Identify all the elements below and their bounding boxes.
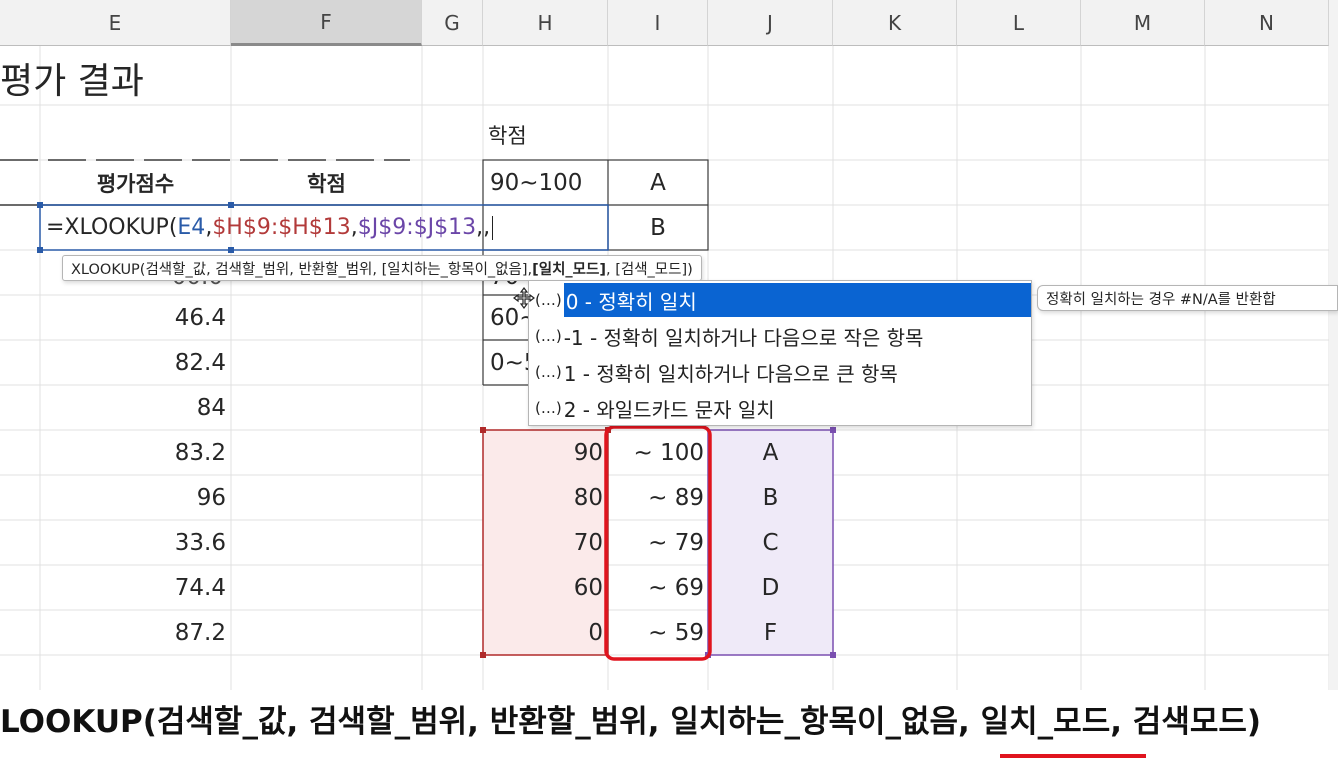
lookup-grade-cell[interactable]: A [708, 430, 833, 475]
score-cell[interactable]: 84 [40, 385, 226, 430]
lookup-grade-cell[interactable]: F [708, 610, 833, 655]
header-score[interactable]: 평가점수 [40, 160, 231, 205]
autocomplete-description-tip: 정확히 일치하는 경우 #N/A를 반환합 [1037, 285, 1338, 311]
lookup-min-cell[interactable]: 0 [483, 610, 603, 655]
lookup-min-cell[interactable]: 90 [483, 430, 603, 475]
caption-highlight: 일치_모드 [980, 704, 1111, 740]
caption-text: LOOKUP(검색할_값, 검색할_범위, 반환할_범위, 일치하는_항목이_없… [0, 704, 981, 740]
lookup-grade-cell[interactable]: C [708, 520, 833, 565]
caption-tail: , 검색모드) [1110, 704, 1262, 740]
argument-icon: (…) [535, 327, 562, 345]
move-cursor-icon [513, 287, 535, 309]
sheet-title: 평가 결과 [0, 61, 144, 102]
grade-range-a[interactable]: 90~100 [490, 160, 605, 205]
autocomplete-item-wildcard[interactable]: (…) 2 - 와일드카드 문자 일치 [529, 390, 1031, 426]
score-cell[interactable]: 82.4 [40, 340, 226, 385]
caption-underline [1000, 754, 1146, 758]
tooltip-current-arg[interactable]: [일치_모드] [532, 258, 606, 279]
argument-icon: (…) [535, 291, 562, 309]
autocomplete-item-smaller[interactable]: (…) -1 - 정확히 일치하거나 다음으로 작은 항목 [529, 318, 1031, 354]
tooltip-text: XLOOKUP(검색할_값, 검색할_범위, 반환할_범위, [일치하는_항목이… [71, 261, 533, 278]
grade-table-label: 학점 [488, 123, 527, 148]
autocomplete-item-exact[interactable]: (…) 0 - 정확히 일치 [529, 282, 1031, 318]
formula-prefix: =XLOOKUP( [46, 215, 178, 240]
grade-letter-a[interactable]: A [608, 160, 708, 205]
formula-suffix: ,, [476, 215, 491, 240]
lookup-max-cell[interactable]: ~ 89 [608, 475, 704, 520]
autocomplete-list[interactable]: (…) 0 - 정확히 일치 (…) -1 - 정확히 일치하거나 다음으로 작… [528, 280, 1032, 426]
argument-icon: (…) [535, 363, 562, 381]
formula-arg-lookup-array: $H$9:$H$13 [212, 215, 351, 240]
lookup-max-cell[interactable]: ~ 100 [608, 430, 704, 475]
header-grade[interactable]: 학점 [231, 160, 422, 205]
score-cell[interactable]: 33.6 [40, 520, 226, 565]
score-cell[interactable]: 96 [40, 475, 226, 520]
function-signature-tooltip[interactable]: XLOOKUP(검색할_값, 검색할_범위, 반환할_범위, [일치하는_항목이… [62, 255, 702, 281]
lookup-max-cell[interactable]: ~ 79 [608, 520, 704, 565]
lookup-min-cell[interactable]: 70 [483, 520, 603, 565]
score-cell[interactable]: 83.2 [40, 430, 226, 475]
score-cell[interactable]: 46.4 [40, 295, 226, 340]
formula-arg-lookup: E4 [177, 215, 206, 240]
spreadsheet-grid[interactable]: EFGHIJKLMN 평가 결과 학점 평가점수 학점 90~100 A B 6… [0, 0, 1338, 777]
formula-arg-return-array: $J$9:$J$13 [357, 215, 477, 240]
grade-letter-b[interactable]: B [608, 205, 708, 250]
lookup-min-cell[interactable]: 60 [483, 565, 603, 610]
score-cell[interactable]: 74.4 [40, 565, 226, 610]
argument-icon: (…) [535, 399, 562, 417]
range-partial-0[interactable]: 0~5 [490, 340, 528, 385]
syntax-caption: LOOKUP(검색할_값, 검색할_범위, 반환할_범위, 일치하는_항목이_없… [0, 696, 1261, 741]
lookup-max-cell[interactable]: ~ 69 [608, 565, 704, 610]
lookup-min-cell[interactable]: 80 [483, 475, 603, 520]
tooltip-tail: , [검색_모드]) [605, 261, 693, 278]
autocomplete-item-larger[interactable]: (…) 1 - 정확히 일치하거나 다음으로 큰 항목 [529, 354, 1031, 390]
formula-sep-1: , [205, 215, 213, 240]
formula-editor[interactable]: =XLOOKUP(E4, $H$9:$H$13, $J$9:$J$13,, [46, 205, 494, 250]
text-cursor [492, 215, 494, 240]
lookup-max-cell[interactable]: ~ 59 [608, 610, 704, 655]
formula-sep-2: , [350, 215, 358, 240]
score-cell[interactable]: 87.2 [40, 610, 226, 655]
lookup-grade-cell[interactable]: D [708, 565, 833, 610]
lookup-grade-cell[interactable]: B [708, 475, 833, 520]
